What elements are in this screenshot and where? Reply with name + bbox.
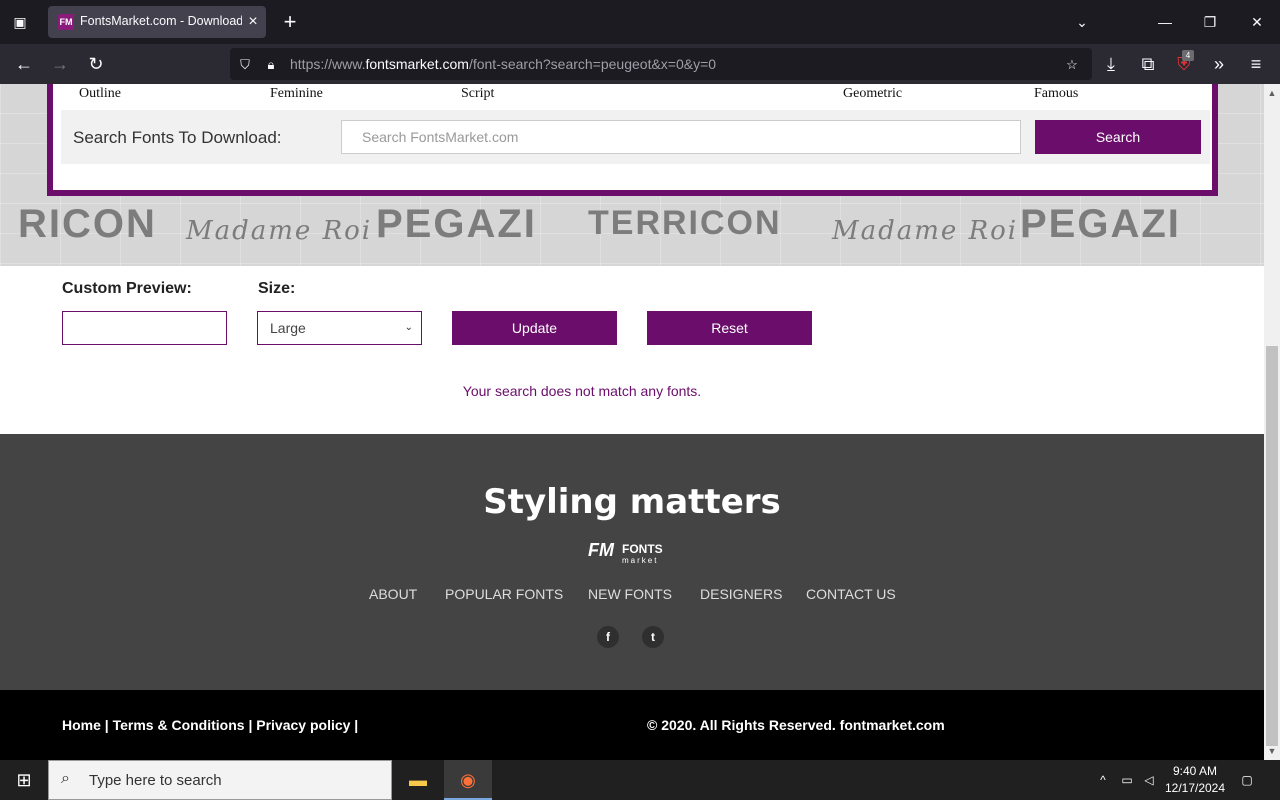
- logo-market: market: [622, 556, 659, 565]
- close-window-icon[interactable]: ✕: [1245, 10, 1269, 34]
- size-label: Size:: [258, 280, 296, 297]
- footer-link-about[interactable]: ABOUT: [369, 586, 417, 602]
- scroll-thumb[interactable]: [1266, 346, 1278, 746]
- windows-taskbar: ⊞ ⌕ Type here to search ▬ ◉ ^ ▭ ◁ 9:40 A…: [0, 760, 1280, 800]
- size-select[interactable]: Large ⌄: [257, 311, 422, 345]
- downloads-icon[interactable]: ⤓: [1099, 52, 1123, 76]
- banner-word: PEGAZI: [376, 202, 537, 246]
- browser-tab-active[interactable]: FM FontsMarket.com - Download ×: [48, 6, 266, 38]
- custom-preview-label: Custom Preview:: [62, 280, 192, 297]
- new-tab-icon[interactable]: +: [280, 10, 300, 34]
- network-icon[interactable]: ▭: [1118, 770, 1136, 790]
- site-favicon-icon: FM: [58, 14, 74, 30]
- bookmark-star-icon[interactable]: ☆: [1063, 56, 1081, 74]
- forward-icon[interactable]: →: [48, 52, 72, 76]
- footer-tagline: Styling matters: [483, 482, 781, 522]
- category-link[interactable]: Script: [461, 86, 494, 102]
- scroll-up-icon[interactable]: ▲: [1264, 86, 1280, 100]
- banner-word: Madame Roi: [186, 216, 373, 246]
- restore-icon[interactable]: ❐: [1198, 10, 1222, 34]
- notifications-icon[interactable]: ▢: [1238, 770, 1256, 790]
- file-explorer-icon[interactable]: ▬: [394, 760, 442, 800]
- category-link[interactable]: Famous: [1034, 86, 1078, 102]
- list-all-tabs-icon[interactable]: ⌄: [1070, 10, 1094, 34]
- chevron-down-icon: ⌄: [404, 322, 413, 333]
- tab-list-icon[interactable]: ▣: [8, 10, 32, 34]
- banner-word: TERRICON: [588, 204, 782, 242]
- facebook-icon[interactable]: f: [597, 626, 619, 648]
- size-select-value: Large: [270, 320, 306, 336]
- category-link[interactable]: Feminine: [270, 86, 323, 102]
- back-icon[interactable]: ←: [12, 52, 36, 76]
- legal-links[interactable]: Home | Terms & Conditions | Privacy poli…: [62, 717, 358, 733]
- custom-preview-input[interactable]: [62, 311, 227, 345]
- taskbar-search[interactable]: ⌕ Type here to search: [48, 760, 392, 800]
- overflow-menu-icon[interactable]: »: [1207, 52, 1231, 76]
- category-link[interactable]: Outline: [79, 86, 121, 102]
- minimize-icon[interactable]: —: [1153, 10, 1177, 34]
- scroll-down-icon[interactable]: ▼: [1264, 744, 1280, 758]
- search-icon: ⌕: [61, 770, 70, 787]
- system-clock[interactable]: 9:40 AM 12/17/2024: [1160, 763, 1230, 797]
- footer-link-new-fonts[interactable]: NEW FONTS: [588, 586, 672, 602]
- ublock-badge: 4: [1182, 50, 1194, 61]
- hamburger-menu-icon[interactable]: ≡: [1244, 52, 1268, 76]
- footer-link-contact-us[interactable]: CONTACT US: [806, 586, 896, 602]
- extensions-icon[interactable]: ⧉: [1136, 52, 1160, 76]
- firefox-icon[interactable]: ◉: [444, 760, 492, 800]
- windows-start-icon[interactable]: ⊞: [0, 760, 48, 800]
- reset-button[interactable]: Reset: [647, 311, 812, 345]
- footer-link-popular-fonts[interactable]: POPULAR FONTS: [445, 586, 563, 602]
- twitter-icon[interactable]: t: [642, 626, 664, 648]
- search-row: Search Fonts To Download: Search FontsMa…: [61, 110, 1210, 164]
- taskbar-search-placeholder: Type here to search: [89, 772, 222, 789]
- logo-fonts: FONTS: [622, 542, 663, 556]
- footer-link-designers[interactable]: DESIGNERS: [700, 586, 782, 602]
- hero-banner: RICON Madame Roi PEGAZI TERRICON Madame …: [0, 84, 1264, 266]
- tray-chevron-up-icon[interactable]: ^: [1094, 770, 1112, 790]
- page-scrollbar[interactable]: ▲ ▼: [1264, 84, 1280, 760]
- tab-title: FontsMarket.com - Download: [80, 14, 242, 28]
- browser-nav-bar: ← → ↻ ⛉ 🔒︎ https://www.fontsmarket.com/f…: [0, 44, 1280, 84]
- search-input[interactable]: Search FontsMarket.com: [341, 120, 1021, 154]
- clock-date: 12/17/2024: [1164, 781, 1226, 795]
- page-content: RICON Madame Roi PEGAZI TERRICON Madame …: [0, 84, 1264, 760]
- footer: Styling matters FM FONTS market ABOUT PO…: [0, 434, 1264, 690]
- banner-word: Madame Roi: [832, 216, 1019, 246]
- copyright-text: © 2020. All Rights Reserved. fontmarket.…: [647, 717, 945, 733]
- reload-icon[interactable]: ↻: [84, 52, 108, 76]
- banner-word: PEGAZI: [1020, 202, 1181, 246]
- browser-tab-bar: ▣ FM FontsMarket.com - Download × + ⌄ — …: [0, 0, 1280, 44]
- category-link[interactable]: Geometric: [843, 86, 902, 102]
- no-match-message: Your search does not match any fonts.: [462, 383, 702, 399]
- search-panel: Outline Feminine Script Geometric Famous…: [47, 84, 1218, 196]
- update-button[interactable]: Update: [452, 311, 617, 345]
- footer-bottom: Home | Terms & Conditions | Privacy poli…: [0, 690, 1264, 760]
- search-label: Search Fonts To Download:: [73, 128, 282, 147]
- banner-word: RICON: [18, 202, 157, 246]
- volume-muted-icon[interactable]: ◁: [1140, 770, 1158, 790]
- url-text[interactable]: https://www.fontsmarket.com/font-search?…: [290, 56, 716, 72]
- footer-logo[interactable]: FM FONTS market: [588, 538, 678, 568]
- search-button[interactable]: Search: [1035, 120, 1201, 154]
- preview-controls: Custom Preview: Size: Large ⌄ Update Res…: [0, 266, 1264, 434]
- tracking-shield-icon[interactable]: ⛉: [236, 56, 254, 74]
- clock-time: 9:40 AM: [1172, 764, 1218, 778]
- address-bar[interactable]: ⛉ 🔒︎ https://www.fontsmarket.com/font-se…: [230, 48, 1092, 80]
- lock-icon[interactable]: 🔒︎: [262, 56, 280, 74]
- logo-fm: FM: [588, 540, 614, 560]
- tab-close-icon[interactable]: ×: [244, 12, 262, 32]
